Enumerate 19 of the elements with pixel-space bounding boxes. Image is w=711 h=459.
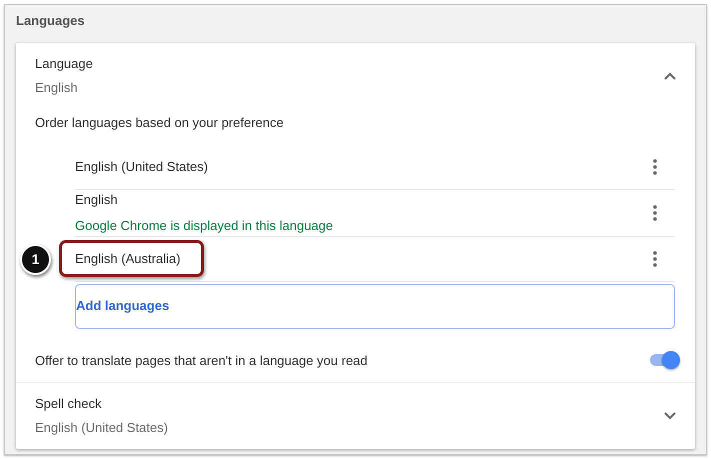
more-icon[interactable] — [653, 158, 657, 174]
language-name: English (Australia) — [75, 250, 180, 268]
collapse-icon[interactable] — [663, 70, 677, 80]
hint-text: Order languages based on your preference — [34, 114, 285, 132]
section-heading: Language — [35, 55, 93, 73]
section-title: Languages — [16, 12, 86, 30]
toggle-label: Offer to translate pages that aren't in a language you read — [35, 352, 368, 370]
add-languages-button[interactable]: Add languages — [75, 284, 675, 328]
expand-icon[interactable] — [663, 410, 677, 420]
language-name: English — [75, 190, 119, 209]
section-value: English (United States) — [35, 418, 168, 437]
more-icon[interactable] — [653, 250, 657, 266]
toggle-switch[interactable] — [648, 351, 680, 370]
more-icon[interactable] — [653, 204, 657, 220]
section-value: English — [35, 78, 79, 97]
language-note: Google Chrome is displayed in this language — [75, 217, 333, 235]
section-heading: Spell check — [35, 395, 102, 413]
language-name: English (United States) — [75, 158, 208, 176]
callout-marker: 1 — [20, 244, 51, 274]
